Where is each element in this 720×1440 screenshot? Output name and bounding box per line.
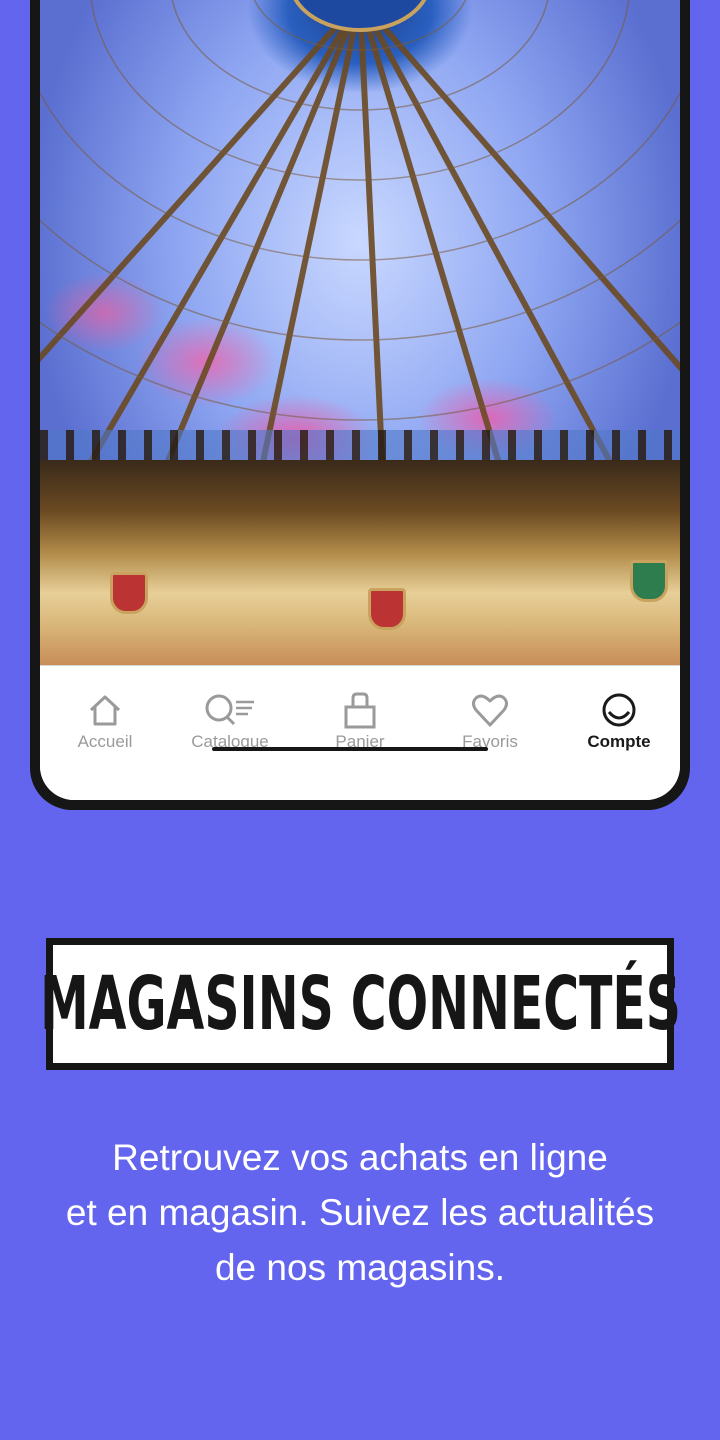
tab-catalogue[interactable]: Catalogue [170, 690, 290, 752]
dome-balcony [40, 460, 680, 665]
crest-emblem [630, 560, 668, 602]
crest-emblem [368, 588, 406, 630]
tab-label: Accueil [77, 732, 133, 751]
tab-panier[interactable]: Panier [300, 690, 420, 752]
tab-compte[interactable]: Compte [559, 690, 679, 752]
home-indicator [212, 747, 488, 751]
promo-line: et en magasin. Suivez les actualités [65, 1192, 655, 1233]
promo-line: de nos magasins. [214, 1247, 505, 1288]
heart-icon [472, 694, 508, 727]
phone-frame: Accueil Catalogue Panier Favoris Compte [30, 0, 690, 810]
account-icon [602, 693, 636, 727]
tab-label: Compte [587, 732, 651, 751]
app-screen: Accueil Catalogue Panier Favoris Compte [40, 0, 680, 800]
tab-favoris[interactable]: Favoris [430, 690, 550, 752]
bag-icon [344, 692, 376, 729]
promo-line: Retrouvez vos achats en ligne [112, 1137, 608, 1178]
catalogue-search-icon [205, 694, 254, 726]
home-icon [89, 695, 121, 726]
promo-description: Retrouvez vos achats en ligne et en maga… [60, 1130, 660, 1295]
promo-headline: MAGASINS CONNECTÉS [39, 961, 681, 1047]
bottom-tab-bar: Accueil Catalogue Panier Favoris Compte [40, 665, 680, 800]
tab-accueil[interactable]: Accueil [45, 690, 165, 752]
dome-photo [40, 0, 680, 665]
headline-box: MAGASINS CONNECTÉS [40, 938, 680, 1070]
crest-emblem [110, 572, 148, 614]
